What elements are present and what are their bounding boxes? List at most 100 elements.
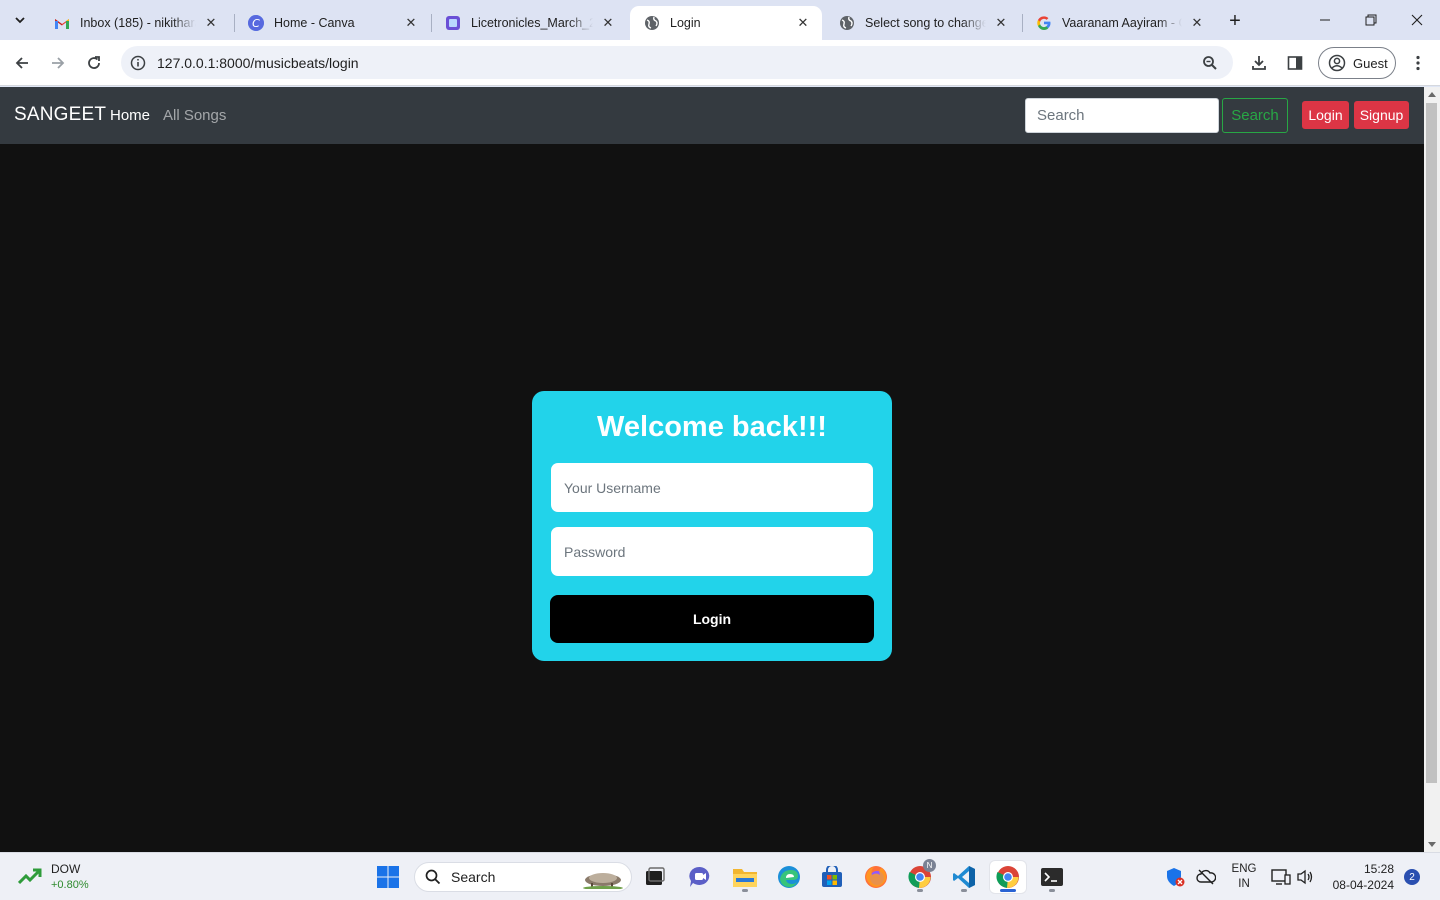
tab-django-admin[interactable]: Select song to change | Django ✕ (825, 6, 1020, 40)
tab-title: Select song to change | Django (865, 16, 986, 30)
language-indicator[interactable]: ENG IN (1227, 861, 1261, 893)
volume-tray-button[interactable] (1294, 861, 1316, 893)
onedrive-tray-button[interactable] (1194, 861, 1218, 893)
nav-home-link[interactable]: Home (110, 107, 150, 124)
running-indicator (917, 889, 923, 892)
taskbar-search[interactable]: Search (414, 862, 632, 892)
stock-widget[interactable]: DOW +0.80% (18, 861, 89, 893)
tab-search-button[interactable] (6, 6, 34, 34)
tab-licetronicles[interactable]: Licetronicles_March_2024 ✕ (431, 6, 627, 40)
minimize-button[interactable] (1303, 4, 1347, 36)
chevron-down-icon (15, 17, 25, 24)
info-icon (130, 55, 146, 70)
vscode-button[interactable] (946, 861, 982, 893)
close-icon[interactable]: ✕ (599, 14, 617, 32)
trending-up-icon (18, 868, 42, 885)
new-tab-button[interactable]: + (1222, 8, 1248, 34)
volume-icon (1297, 869, 1313, 885)
side-panel-button[interactable] (1280, 48, 1310, 78)
windows-taskbar: DOW +0.80% Search N ENG IN 15:28 08-04-2… (0, 852, 1440, 900)
chrome-button[interactable] (990, 861, 1026, 893)
terminal-icon (1041, 868, 1063, 886)
profile-label: Guest (1353, 55, 1388, 71)
browser-menu-button[interactable] (1403, 48, 1433, 78)
notification-badge: 2 (1404, 869, 1420, 885)
task-view-button[interactable] (637, 861, 673, 893)
file-explorer-button[interactable] (727, 861, 763, 893)
close-icon (1411, 14, 1423, 26)
close-icon[interactable]: ✕ (1188, 14, 1206, 32)
google-icon (1036, 15, 1052, 31)
forward-button[interactable] (43, 48, 73, 78)
tab-canva[interactable]: C Home - Canva ✕ (234, 6, 430, 40)
tab-gmail[interactable]: Inbox (185) - nikitharaj2 ✕ (40, 6, 230, 40)
close-icon[interactable]: ✕ (794, 14, 812, 32)
folder-icon (733, 869, 757, 887)
url-text: 127.0.0.1:8000/musicbeats/login (157, 54, 359, 71)
terminal-button[interactable] (1034, 861, 1070, 893)
tab-title: Licetronicles_March_2024 (471, 16, 593, 30)
edge-button[interactable] (771, 861, 807, 893)
vscode-icon (953, 866, 975, 888)
network-icon (1271, 869, 1291, 885)
password-field[interactable]: Password (551, 527, 873, 576)
search-input[interactable]: Search (1025, 98, 1219, 133)
search-button[interactable]: Search (1222, 98, 1288, 133)
search-icon (425, 869, 441, 885)
tab-title: Inbox (185) - nikitharaj2 (80, 16, 196, 30)
close-icon[interactable]: ✕ (402, 14, 420, 32)
signup-nav-button[interactable]: Signup (1354, 101, 1409, 129)
scroll-up-icon[interactable] (1428, 92, 1436, 97)
username-field[interactable]: Your Username (551, 463, 873, 512)
tab-login[interactable]: Login ✕ (630, 6, 822, 40)
site-info-button[interactable] (123, 48, 153, 78)
site-brand[interactable]: SANGEET (14, 104, 106, 126)
close-icon[interactable]: ✕ (992, 14, 1010, 32)
profile-button[interactable]: Guest (1318, 47, 1396, 79)
tab-strip: Inbox (185) - nikitharaj2 ✕ C Home - Can… (0, 0, 1440, 40)
tab-title: Vaaranam Aayiram - Google Search (1062, 16, 1182, 30)
widget-title: DOW (51, 862, 81, 876)
widget-value: +0.80% (51, 879, 89, 891)
chat-icon (689, 866, 710, 887)
store-button[interactable] (814, 861, 850, 893)
chrome-profile-button[interactable]: N (902, 859, 938, 893)
restore-button[interactable] (1349, 4, 1393, 36)
security-tray-button[interactable] (1163, 861, 1187, 893)
minimize-icon (1320, 19, 1330, 21)
active-indicator (1000, 889, 1016, 892)
plus-icon: + (1229, 9, 1241, 32)
task-view-icon (646, 867, 665, 885)
network-tray-button[interactable] (1270, 861, 1292, 893)
login-submit-button[interactable]: Login (550, 595, 874, 643)
downloads-button[interactable] (1244, 48, 1274, 78)
back-button[interactable] (7, 48, 37, 78)
scroll-thumb[interactable] (1426, 103, 1437, 783)
close-window-button[interactable] (1395, 4, 1439, 36)
tab-google-search[interactable]: Vaaranam Aayiram - Google Search ✕ (1022, 6, 1216, 40)
page-scrollbar[interactable] (1424, 87, 1440, 852)
running-indicator (742, 889, 748, 892)
svg-text:C: C (252, 17, 260, 30)
close-icon[interactable]: ✕ (202, 14, 220, 32)
scroll-down-icon[interactable] (1428, 842, 1436, 847)
clock[interactable]: 15:28 08-04-2024 (1326, 861, 1394, 893)
arrow-left-icon (15, 57, 28, 69)
nav-all-songs-link[interactable]: All Songs (163, 107, 226, 124)
canva-icon: C (248, 15, 264, 31)
download-icon (1252, 56, 1266, 70)
start-button[interactable] (370, 861, 406, 893)
notification-center-button[interactable]: 2 (1403, 861, 1421, 893)
store-icon (822, 866, 842, 887)
login-nav-button[interactable]: Login (1302, 101, 1349, 129)
firefox-button[interactable] (858, 861, 894, 893)
address-bar[interactable]: 127.0.0.1:8000/musicbeats/login (121, 46, 1233, 79)
running-indicator (961, 889, 967, 892)
taskbar-search-label: Search (451, 869, 496, 885)
teams-chat-button[interactable] (682, 861, 718, 893)
shield-icon (1167, 868, 1185, 887)
document-icon (445, 15, 461, 31)
zoom-button[interactable] (1195, 48, 1225, 78)
reload-button[interactable] (79, 48, 109, 78)
side-panel-icon (1287, 56, 1303, 70)
